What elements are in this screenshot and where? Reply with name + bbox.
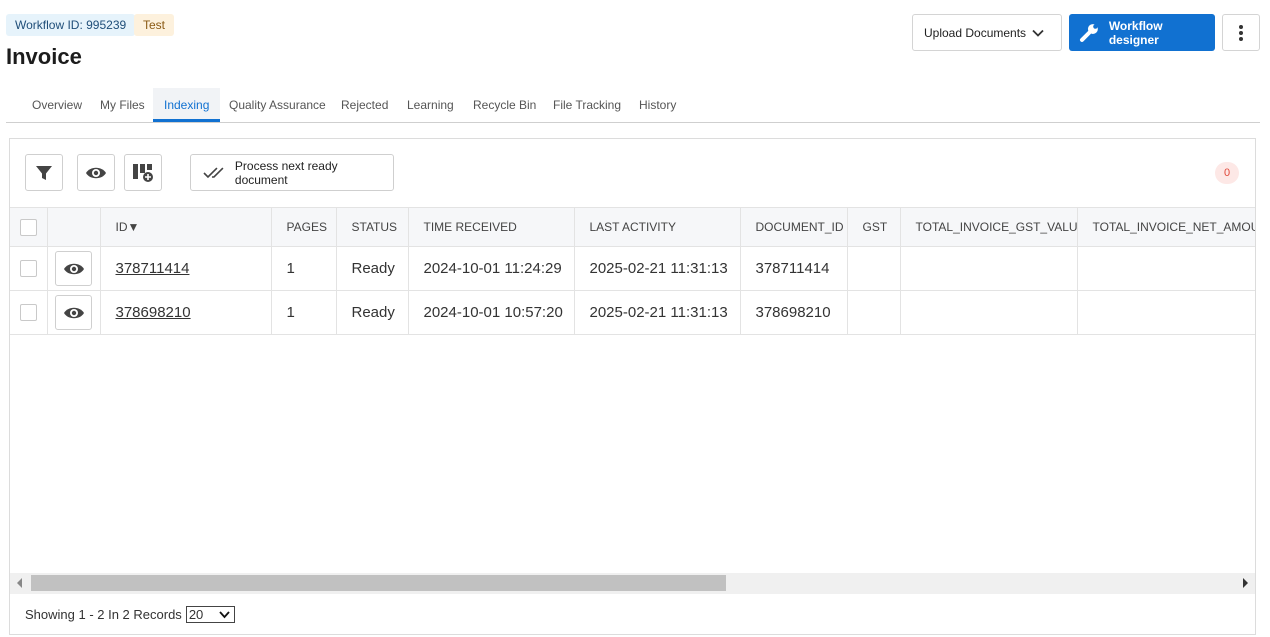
workflow-designer-label: Workflow designer: [1108, 18, 1163, 47]
cell-net-amount: [1077, 246, 1255, 291]
column-header-id[interactable]: ID▼: [100, 207, 272, 247]
count-badge: 0: [1215, 162, 1239, 184]
column-header-pages[interactable]: PAGES: [271, 207, 337, 247]
filter-icon: [36, 165, 52, 180]
eye-icon: [63, 263, 84, 274]
cell-gst: [847, 290, 901, 335]
process-next-button[interactable]: Process next ready document: [190, 154, 394, 191]
page-size-value: 20: [188, 607, 204, 622]
cell-document-id: 378711414: [740, 246, 848, 291]
tab-history[interactable]: History: [628, 88, 687, 122]
scroll-right-arrow-icon[interactable]: [1241, 578, 1249, 588]
row-preview-button[interactable]: [55, 251, 92, 286]
cell-pages: 1: [271, 246, 337, 291]
add-column-button[interactable]: [124, 154, 162, 191]
kebab-menu-icon: [1239, 24, 1243, 41]
scroll-left-arrow-icon[interactable]: [16, 578, 24, 588]
cell-document-id: 378698210: [740, 290, 848, 335]
filter-button[interactable]: [25, 154, 63, 191]
row-preview-cell: [47, 290, 101, 335]
eye-icon: [86, 167, 106, 178]
cell-status: Ready: [336, 290, 409, 335]
cell-gst: [847, 246, 901, 291]
cell-gst-value: [900, 246, 1078, 291]
cell-id: 378711414: [100, 246, 272, 291]
tab-overview[interactable]: Overview: [21, 88, 93, 122]
cell-time-received: 2024-10-01 11:24:29: [408, 246, 575, 291]
more-options-button[interactable]: [1222, 14, 1260, 51]
select-all-checkbox[interactable]: [19, 218, 37, 236]
row-checkbox[interactable]: [19, 304, 37, 322]
double-check-icon: [203, 166, 224, 178]
row-select-cell[interactable]: [10, 290, 48, 335]
tab-quality-assurance[interactable]: Quality Assurance: [218, 88, 337, 122]
process-next-label: Process next ready document: [234, 158, 338, 187]
select-all-cell[interactable]: [10, 207, 48, 247]
column-header-total-invoice-gst-value[interactable]: TOTAL_INVOICE_GST_VALUE: [900, 207, 1078, 247]
column-header-gst[interactable]: GST: [847, 207, 901, 247]
column-header-document-id[interactable]: DOCUMENT_ID: [740, 207, 848, 247]
workflow-designer-button[interactable]: Workflow designer: [1069, 14, 1215, 51]
scrollbar-thumb[interactable]: [31, 575, 726, 591]
chevron-down-icon: [1032, 29, 1044, 37]
upload-documents-button[interactable]: Upload Documents: [912, 14, 1062, 51]
upload-documents-label: Upload Documents: [924, 25, 1027, 40]
add-column-icon: [133, 163, 153, 182]
indexing-panel: Process next ready document 0 ID▼ PAGES …: [9, 138, 1256, 635]
document-link[interactable]: 378698210: [116, 304, 191, 321]
pagination-footer: Showing 1 - 2 In 2 Records 20: [25, 606, 235, 623]
row-preview-cell: [47, 246, 101, 291]
tab-bar: Overview My Files Indexing Quality Assur…: [6, 88, 1260, 123]
cell-id: 378698210: [100, 290, 272, 335]
cell-net-amount: [1077, 290, 1255, 335]
cell-time-received: 2024-10-01 10:57:20: [408, 290, 575, 335]
tab-my-files[interactable]: My Files: [89, 88, 156, 122]
cell-status: Ready: [336, 246, 409, 291]
toggle-view-button[interactable]: [77, 154, 115, 191]
column-header-total-invoice-net-amount[interactable]: TOTAL_INVOICE_NET_AMOUNT: [1077, 207, 1255, 247]
column-header-time-received[interactable]: TIME RECEIVED: [408, 207, 575, 247]
page-size-select[interactable]: 20: [185, 606, 235, 623]
horizontal-scrollbar[interactable]: [10, 573, 1255, 594]
document-link[interactable]: 378711414: [116, 260, 190, 277]
tab-rejected[interactable]: Rejected: [330, 88, 399, 122]
tab-learning[interactable]: Learning: [396, 88, 465, 122]
column-header-status[interactable]: STATUS: [336, 207, 409, 247]
row-preview-button[interactable]: [55, 295, 92, 330]
cell-last-activity: 2025-02-21 11:31:13: [574, 290, 741, 335]
wrench-icon: [1079, 23, 1098, 42]
table-row[interactable]: 378711414 1 Ready 2024-10-01 11:24:29 20…: [10, 246, 1255, 291]
records-summary: Showing 1 - 2 In 2 Records: [25, 607, 182, 622]
tab-recycle-bin[interactable]: Recycle Bin: [462, 88, 547, 122]
tab-file-tracking[interactable]: File Tracking: [542, 88, 632, 122]
cell-last-activity: 2025-02-21 11:31:13: [574, 246, 741, 291]
eye-icon: [63, 307, 84, 318]
chevron-down-icon: [219, 610, 230, 618]
workflow-id-badge: Workflow ID: 995239: [6, 14, 136, 36]
preview-header: [47, 207, 101, 247]
row-select-cell[interactable]: [10, 246, 48, 291]
column-header-last-activity[interactable]: LAST ACTIVITY: [574, 207, 741, 247]
environment-badge: Test: [134, 14, 175, 36]
table-row[interactable]: 378698210 1 Ready 2024-10-01 10:57:20 20…: [10, 290, 1255, 335]
page-title: Invoice: [6, 44, 82, 69]
tab-indexing[interactable]: Indexing: [153, 88, 221, 122]
documents-grid: ID▼ PAGES STATUS TIME RECEIVED LAST ACTI…: [10, 207, 1255, 573]
table-header-row: ID▼ PAGES STATUS TIME RECEIVED LAST ACTI…: [10, 207, 1255, 247]
cell-gst-value: [900, 290, 1078, 335]
row-checkbox[interactable]: [19, 260, 37, 278]
cell-pages: 1: [271, 290, 337, 335]
